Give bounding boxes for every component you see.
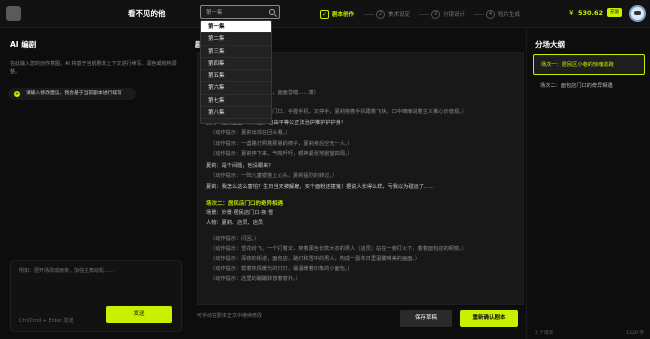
confirm-script-button[interactable]: 重新确认剧本 [460,310,518,327]
step-connector [474,14,484,15]
script-line: （动作提示：雪花纷飞，一个打着伞，穿着黑色长款大衣的男人（店员）站在一旁打火下，… [210,246,467,252]
episode-option[interactable]: 第五集 [201,70,271,83]
script-line: 夏莉：我怎么这么害怕？生日当天被解雇，买个面粉还撞鬼！据说人长得么样，亏我以为碰… [206,184,435,190]
step-script[interactable]: ✓ 剧本创作 [320,7,354,21]
script-line: 人物：夏莉、店员、店员 [206,220,264,226]
topup-button[interactable]: 充值 [607,8,622,17]
top-bar: 看不见的他 第一集 ✓ 剧本创作 2 美术设定 3 分镜设计 4 短片生成 ¥ 530.… [0,0,650,28]
script-line: （动作提示：夏莉停下来，气喘吁吁，眼神紧张地掀望四周。） [210,151,353,157]
step-storyboard[interactable]: 3 分镜设计 [431,7,465,21]
editor-hint: 可手动在剧本正文中继续修改 [197,313,263,319]
episode-option[interactable]: 第六集 [201,82,271,95]
char-count: 1220 字 [626,331,644,336]
avatar[interactable] [629,5,646,22]
script-line: （动作提示：帮着热情暖光的灯灯，最温暖着印象的小面包。） [210,266,353,272]
episode-option[interactable]: 第七集 [201,95,271,108]
script-line: 场景：外景·居民店门口·夜·雪 [206,210,274,216]
step-number: 3 [431,9,440,19]
suggestion-text: 请输入修改建议，我会基于当前剧本进行续写 [26,91,122,96]
episode-option[interactable]: 第二集 [201,33,271,46]
step-number: 2 [376,9,385,19]
search-query: 第一集 [206,10,223,16]
step-connector [419,14,429,15]
scene-item[interactable]: 场次一：居民区小巷的惊魂逃跑 [533,54,645,75]
scene-count: 2 个场次 [535,331,554,336]
episode-option[interactable]: 第四集 [201,58,271,71]
prompt-input[interactable]: 例如：把开场改成雨夜，加强主角动机…… Ctrl/Cmd + Enter 发送 … [10,260,182,332]
panel-description: 在此输入您的创作意图，AI 将基于当前剧本上下文进行续写、润色或结构调整。 [10,61,177,75]
step-label: 剧本创作 [332,12,355,18]
balance-value: 530.62 [578,9,604,17]
send-button[interactable]: 发送 [106,306,172,323]
script-line: 夏莉：是个间题，他没跟来？ [206,163,274,169]
episode-search-input[interactable]: 第一集 [200,5,280,19]
episode-option[interactable]: 第一集 [201,21,271,34]
step-video[interactable]: 4 短片生成 [486,7,520,21]
currency-icon: ¥ [569,9,574,17]
script-line: 场次二：居民店门口的奇异相遇 [206,201,284,207]
script-line: （动作提示：一盏路灯照着那悬的椅子，夏莉身后空无一人。） [210,141,353,147]
episode-dropdown[interactable]: 第一集 第二集 第三集 第四集 第五集 第六集 第七集 第八集 [200,20,272,124]
search-icon [269,9,275,15]
step-art[interactable]: 2 美术设定 [376,7,410,21]
step-connector [364,14,374,15]
suggestion-chip[interactable]: + 请输入修改建议，我会基于当前剧本进行续写 [8,88,136,100]
app-logo [6,6,21,21]
plus-icon: + [14,91,20,97]
episode-option[interactable]: 第三集 [201,46,271,58]
script-line: （动作提示：一阵儿童银笛上心头，夏莉猛烈的转过。） [210,173,338,179]
script-line: （动作提示：店里的蹦蹦转悠着窗外。） [210,276,301,282]
step-label: 分镜设计 [443,12,466,18]
save-draft-button[interactable]: 保存草稿 [400,310,452,327]
shortcut-hint: Ctrl/Cmd + Enter 发送 [19,318,74,324]
script-line: （动作提示：夏莉出现在回头看。） [210,130,291,136]
episode-option[interactable]: 第八集 [201,107,271,120]
script-line: （动作提示：深夜的街道，面包店，路灯和雪中的男人，构成一副冬日里温馨唯美的画面。… [210,256,421,262]
step-label: 短片生成 [498,12,521,18]
input-placeholder: 例如：把开场改成雨夜，加强主角动机…… [19,268,115,274]
step-number: 4 [486,9,495,19]
panel-title: 分场大纲 [535,40,565,49]
scene-item[interactable]: 场次二：面包店门口的奇异相遇 [533,76,645,97]
project-title: 看不见的他 [128,9,166,18]
script-line: （动作提示：闪回。） [210,236,260,242]
panel-title: AI 编剧 [10,40,37,49]
ai-writer-panel: AI 编剧 在此输入您的创作意图，AI 将基于当前剧本上下文进行续写、润色或结构… [0,29,192,339]
check-icon: ✓ [320,9,329,19]
outline-panel: 分场大纲 场次一：居民区小巷的惊魂逃跑 场次二：面包店门口的奇异相遇 2 个场次… [526,29,650,339]
step-label: 美术设定 [388,12,411,18]
